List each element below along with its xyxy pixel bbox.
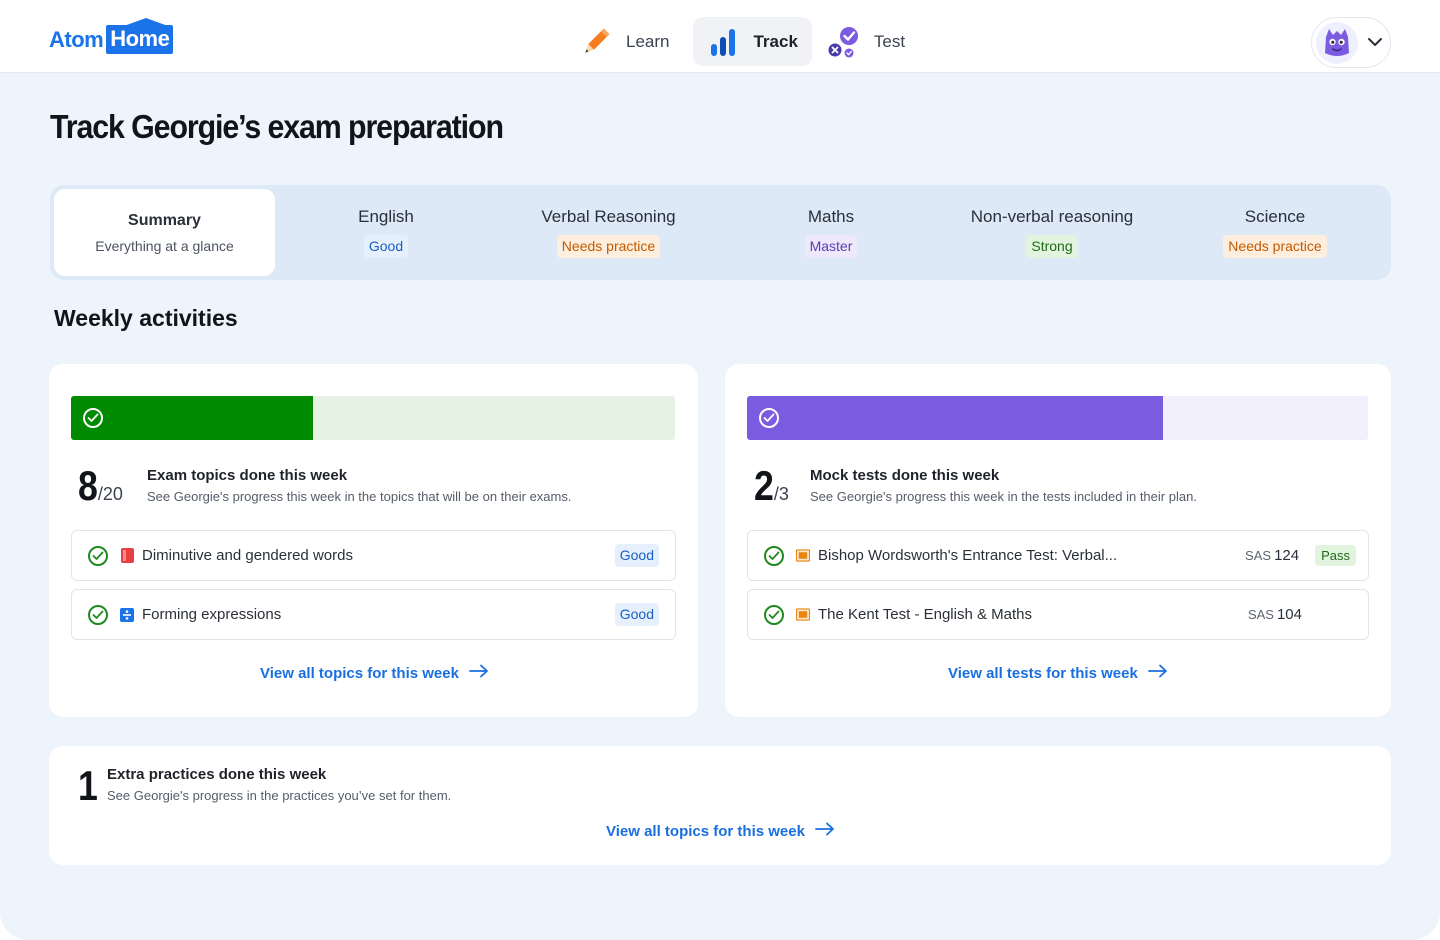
page-title: Track Georgie’s exam preparation — [50, 108, 504, 145]
tab-science[interactable]: Science Needs practice — [1189, 189, 1361, 276]
tab-non-verbal-reasoning[interactable]: Non-verbal reasoning Strong — [962, 189, 1142, 276]
status-badge: Needs practice — [556, 235, 661, 258]
tests-count: 2 — [754, 462, 774, 509]
view-all-tests-label: View all tests for this week — [948, 664, 1138, 682]
nav-learn-label: Learn — [626, 31, 670, 51]
view-all-tests-link[interactable]: View all tests for this week — [948, 664, 1168, 682]
tests-progress-fill — [747, 396, 1164, 440]
sas-score: SAS 124 — [1245, 547, 1299, 564]
topics-progress-fill — [71, 396, 313, 440]
extra-heading: Extra practices done this week — [107, 766, 327, 783]
topic-name: Forming expressions — [142, 606, 282, 623]
section-title: Weekly activities — [54, 305, 238, 331]
status-badge: Good — [614, 544, 659, 567]
tab-maths-title: Maths — [807, 207, 855, 226]
status-badge: Needs practice — [1223, 235, 1327, 258]
sas-value: 104 — [1276, 606, 1302, 623]
view-all-extra-link[interactable]: View all topics for this week — [606, 822, 835, 840]
list-item[interactable]: Diminutive and gendered words Good — [71, 530, 676, 581]
nav-test[interactable]: Test — [822, 17, 919, 66]
extra-description: See Georgie's progress in the practices … — [107, 788, 452, 803]
check-circle-icon — [764, 545, 784, 566]
extra-practices-card: 1 Extra practices done this week See Geo… — [49, 746, 1391, 865]
app-frame: Atom Home Learn Track Test Track Georgie… — [0, 0, 1440, 940]
topics-count: 8 — [78, 462, 98, 509]
tests-total: /3 — [773, 484, 789, 504]
open-book-icon — [796, 608, 810, 622]
check-circle-icon — [764, 604, 784, 625]
top-navigation-bar: Atom Home Learn Track Test — [0, 0, 1440, 73]
tests-stat: 2 /3 Mock tests done this week See Georg… — [754, 462, 1197, 509]
logo-text-home: Home — [106, 18, 174, 54]
sas-label: SAS — [1247, 607, 1274, 622]
check-circle-icon — [88, 545, 108, 566]
chevron-down-icon — [1368, 34, 1382, 52]
tests-description: See Georgie's progress this week in the … — [810, 489, 1197, 504]
atom-home-logo[interactable]: Atom Home — [49, 18, 174, 54]
monster-avatar-icon — [1316, 21, 1358, 64]
topics-total: /20 — [97, 484, 123, 504]
nav-track[interactable]: Track — [693, 17, 812, 66]
check-circle-icon — [759, 408, 779, 428]
tab-nonverbal-title: Non-verbal reasoning — [970, 207, 1134, 226]
view-all-topics-label: View all topics for this week — [260, 664, 459, 682]
check-circle-icon — [83, 408, 103, 428]
tab-summary-subtitle: Everything at a glance — [95, 237, 234, 254]
bar-chart-icon — [705, 24, 741, 60]
topics-heading: Exam topics done this week — [147, 467, 348, 484]
sas-label: SAS — [1245, 548, 1272, 563]
view-all-topics-link[interactable]: View all topics for this week — [260, 664, 489, 682]
topics-progress-bar — [71, 396, 675, 440]
extra-count: 1 — [78, 762, 98, 809]
list-item[interactable]: Bishop Wordsworth's Entrance Test: Verba… — [747, 530, 1369, 581]
extra-stat: 1 Extra practices done this week See Geo… — [78, 762, 451, 809]
status-badge: Master — [804, 235, 858, 258]
english-book-icon — [120, 548, 134, 563]
subject-tabs: Summary Everything at a glance English G… — [50, 185, 1391, 280]
tab-verbal-reasoning[interactable]: Verbal Reasoning Needs practice — [520, 189, 697, 276]
test-name: Bishop Wordsworth's Entrance Test: Verba… — [818, 547, 1118, 564]
pencil-icon — [578, 24, 614, 60]
topics-description: See Georgie's progress this week in the … — [147, 489, 572, 504]
view-all-extra-label: View all topics for this week — [606, 822, 805, 840]
arrow-right-icon — [469, 664, 489, 682]
open-book-icon — [796, 549, 810, 563]
test-checks-icon — [826, 24, 862, 60]
nav-track-label: Track — [753, 31, 798, 51]
exam-topics-card: 8 /20 Exam topics done this week See Geo… — [49, 364, 698, 717]
maths-divide-icon — [120, 607, 134, 622]
tab-verbal-title: Verbal Reasoning — [541, 207, 676, 226]
sas-value: 124 — [1274, 547, 1300, 564]
status-badge: Good — [363, 235, 409, 258]
nav-learn[interactable]: Learn — [574, 17, 683, 66]
tests-progress-bar — [747, 396, 1368, 440]
topic-name: Diminutive and gendered words — [142, 547, 353, 564]
user-menu-button[interactable] — [1311, 17, 1391, 68]
tab-english-title: English — [358, 207, 414, 226]
tests-heading: Mock tests done this week — [810, 467, 1000, 484]
tab-summary-title: Summary — [128, 211, 201, 229]
topics-stat: 8 /20 Exam topics done this week See Geo… — [78, 462, 571, 509]
nav-test-label: Test — [873, 31, 906, 51]
check-circle-icon — [88, 604, 108, 625]
test-name: The Kent Test - English & Maths — [818, 606, 1032, 623]
mock-tests-card: 2 /3 Mock tests done this week See Georg… — [725, 364, 1391, 717]
arrow-right-icon — [1147, 664, 1168, 682]
tab-summary[interactable]: Summary Everything at a glance — [54, 189, 275, 276]
main-nav: Learn Track Test — [574, 17, 919, 66]
logo-text-atom: Atom — [49, 26, 104, 52]
sas-score: SAS 104 — [1248, 606, 1302, 623]
arrow-right-icon — [815, 822, 835, 840]
status-badge: Strong — [1026, 235, 1078, 258]
list-item[interactable]: Forming expressions Good — [71, 589, 676, 640]
status-badge: Good — [614, 603, 659, 626]
tab-science-title: Science — [1244, 207, 1306, 226]
list-item[interactable]: The Kent Test - English & Maths SAS 104 — [747, 589, 1369, 640]
tab-maths[interactable]: Maths Master — [745, 189, 917, 276]
tab-english[interactable]: English Good — [300, 189, 472, 276]
pass-badge: Pass — [1315, 545, 1356, 566]
